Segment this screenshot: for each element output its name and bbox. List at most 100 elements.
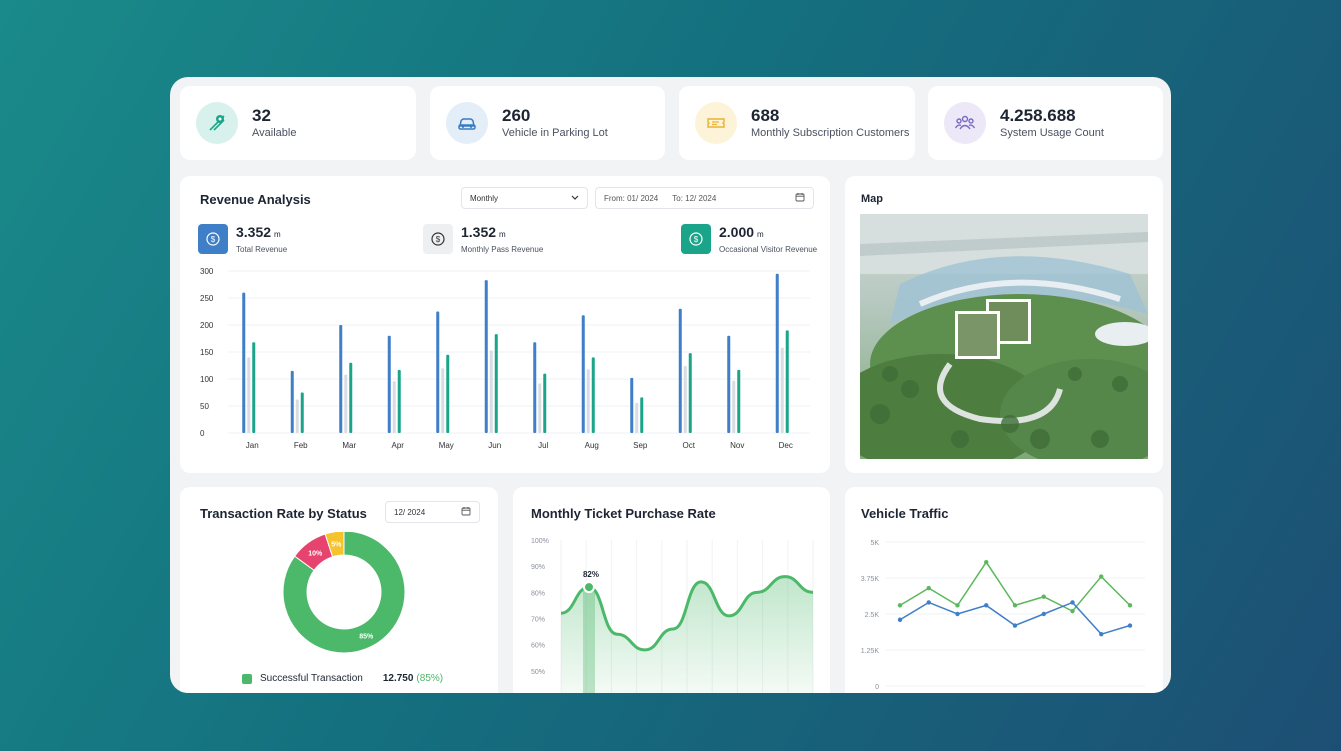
car-icon (446, 102, 488, 144)
map-card: Map (845, 176, 1163, 473)
bar-total-revenue (775, 273, 779, 433)
traffic-point (1070, 608, 1075, 614)
date-range-picker[interactable]: From: 01/ 2024 To: 12/ 2024 (595, 187, 814, 209)
svg-text:$: $ (211, 235, 216, 244)
revenue-value: 2.000 (719, 224, 755, 240)
bar-total-revenue (727, 335, 731, 433)
traffic-point (926, 585, 931, 591)
bar-occasional-visitor-revenue (349, 362, 353, 433)
stat-card-subscriptions: 688 Monthly Subscription Customers (679, 86, 915, 160)
traffic-point (1012, 603, 1018, 608)
card-title: Revenue Analysis (200, 192, 311, 207)
card-title: Monthly Ticket Purchase Rate (531, 506, 716, 521)
x-tick-label: Mar (342, 441, 356, 450)
date-from: From: 01/ 2024 (604, 193, 659, 203)
bar-occasional-visitor-revenue (252, 342, 256, 433)
bar-total-revenue (290, 370, 294, 433)
bar-monthly-pass-revenue (392, 381, 396, 433)
period-select[interactable]: Monthly (461, 187, 588, 209)
svg-text:$: $ (694, 235, 699, 244)
y-tick-label: 60% (531, 643, 545, 650)
bar-occasional-visitor-revenue (640, 397, 644, 433)
x-tick-label: Sep (633, 441, 648, 450)
revenue-label: Monthly Pass Revenue (461, 245, 544, 254)
transaction-rate-card: Transaction Rate by Status 12/ 2024 85% 1… (180, 487, 498, 693)
y-tick-label: 80% (531, 590, 545, 597)
bar-monthly-pass-revenue (489, 350, 493, 433)
traffic-point (897, 617, 903, 622)
revenue-label: Occasional Visitor Revenue (719, 245, 818, 254)
highlight-point (583, 581, 595, 594)
bar-occasional-visitor-revenue (494, 334, 498, 433)
traffic-point (955, 611, 960, 617)
stat-card-vehicles: 260 Vehicle in Parking Lot (430, 86, 665, 160)
card-title: Transaction Rate by Status (200, 506, 367, 521)
bar-monthly-pass-revenue (635, 402, 639, 433)
revenue-summary-monthly-pass: $ 1.352 m Monthly Pass Revenue (423, 224, 543, 256)
x-tick-label: Apr (392, 441, 405, 450)
traffic-point (1099, 574, 1104, 579)
x-tick-label: Jul (538, 441, 548, 450)
x-tick-label: Aug (585, 441, 599, 450)
stat-card-usage: 4.258.688 System Usage Count (928, 86, 1163, 160)
bar-total-revenue (533, 342, 537, 433)
card-title: Vehicle Traffic (861, 506, 949, 521)
stat-card-available: 32 Available (180, 86, 416, 160)
y-tick-label: 100% (531, 538, 549, 545)
revenue-bar-chart: 0 50 100 150 200 250 300 Jan Feb Mar Apr May Jun Jul A… (200, 267, 810, 450)
revenue-unit: m (499, 230, 506, 239)
bar-occasional-visitor-revenue (397, 369, 401, 433)
bar-occasional-visitor-revenue (737, 369, 741, 433)
x-tick-label: Jun (488, 441, 501, 450)
transaction-legend: Successful Transaction 12.750 (85%) (242, 673, 443, 684)
chevron-down-icon (571, 194, 579, 203)
traffic-point (1070, 600, 1075, 605)
revenue-summary-occasional: $ 2.000 m Occasional Visitor Revenue (681, 224, 817, 256)
x-tick-label: Nov (730, 441, 744, 450)
stat-label: Available (252, 127, 297, 139)
bar-occasional-visitor-revenue (688, 353, 692, 433)
highlight-label: 82% (583, 570, 599, 579)
dollar-coin-icon: $ (198, 224, 228, 254)
bar-monthly-pass-revenue (441, 368, 445, 433)
stat-value: 32 (252, 106, 271, 125)
traffic-point (1099, 631, 1104, 637)
x-tick-label: Dec (779, 441, 793, 450)
ticket-purchase-card: Monthly Ticket Purchase Rate 100% 90% 80% 7… (513, 487, 830, 693)
traffic-point (1127, 603, 1133, 608)
revenue-label: Total Revenue (236, 245, 288, 254)
y-tick-label: 50% (531, 669, 545, 676)
stat-value: 4.258.688 (1000, 106, 1076, 125)
bar-total-revenue (242, 292, 246, 433)
bar-total-revenue (678, 308, 682, 433)
date-to: To: 12/ 2024 (672, 193, 717, 203)
slice-label: 5% (331, 542, 342, 549)
revenue-summary-total: $ 3.352 m Total Revenue (198, 224, 287, 256)
y-tick-label: 200 (200, 321, 214, 330)
bar-occasional-visitor-revenue (446, 354, 450, 433)
y-tick-label: 3.75K (861, 576, 880, 583)
bar-total-revenue (581, 315, 585, 433)
stat-label: Vehicle in Parking Lot (502, 127, 608, 139)
revenue-unit: m (757, 230, 764, 239)
card-title: Map (861, 193, 883, 205)
revenue-value: 3.352 (236, 224, 272, 240)
x-tick-label: Oct (683, 441, 696, 450)
transaction-date-picker[interactable]: 12/ 2024 (385, 501, 480, 523)
calendar-icon (795, 192, 805, 204)
stat-value: 688 (751, 106, 780, 125)
map-image[interactable] (860, 214, 1148, 459)
traffic-point (984, 559, 989, 565)
legend-percent: (85%) (416, 673, 444, 684)
y-tick-label: 100 (200, 375, 214, 384)
traffic-point (1041, 611, 1046, 617)
bar-occasional-visitor-revenue (785, 330, 789, 433)
y-tick-label: 2.5K (865, 612, 880, 619)
bar-monthly-pass-revenue (683, 366, 687, 433)
revenue-unit: m (274, 230, 281, 239)
traffic-point (955, 603, 960, 608)
legend-label: Successful Transaction (260, 673, 363, 684)
y-tick-label: 0 (200, 429, 205, 438)
parking-pin-icon (196, 102, 238, 144)
bar-monthly-pass-revenue (247, 357, 251, 433)
